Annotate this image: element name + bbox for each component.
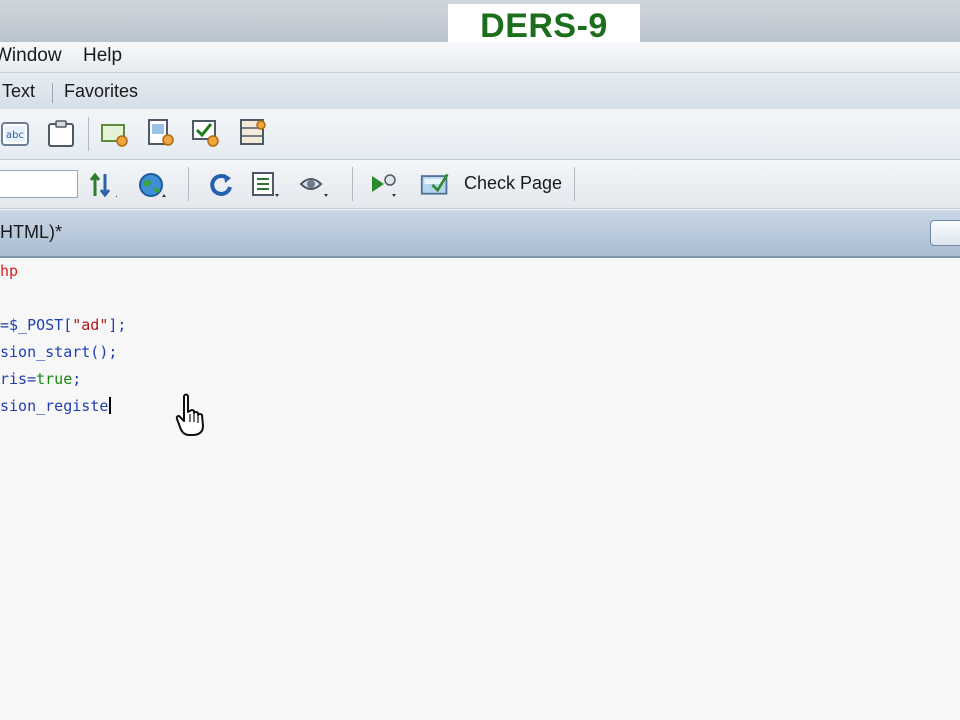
menu-bar: Window Help [0,42,960,73]
tab-text[interactable]: Text [2,81,35,102]
toolbar-divider [188,167,189,201]
code-token: hp [0,262,19,280]
check-page-icon[interactable] [420,169,450,199]
code-token: "ad" [72,316,109,334]
code-line: =$_POST["ad"]; [0,316,126,334]
document-tab[interactable]: HTML)* [0,222,62,243]
toolbar-divider [88,117,89,151]
code-token: =$_POST[ [0,316,73,334]
globe-icon[interactable] [138,170,168,200]
insert-icon-bar: abc [0,109,960,160]
refresh-icon[interactable] [206,170,236,200]
code-token: = [27,370,37,388]
insert-div-icon[interactable] [100,119,130,149]
code-token: ; [72,370,82,388]
code-editor[interactable]: hp =$_POST["ad"]; sion_start(); ris=true; si… [0,258,960,720]
checkbox-icon[interactable] [190,118,220,148]
check-page-button[interactable]: Check Page [464,173,562,194]
code-token: ]; [108,316,127,334]
svg-text:.: . [115,190,118,200]
menu-help[interactable]: Help [83,45,122,67]
visual-aids-icon[interactable] [298,170,328,200]
svg-text:abc: abc [6,130,24,141]
preview-icon[interactable] [368,170,398,200]
code-line: sion_start(); [0,343,117,361]
file-transfer-icon[interactable]: . [88,170,118,200]
document-title-input[interactable] [0,170,78,198]
tab-divider [52,83,53,103]
spellcheck-icon[interactable]: abc [0,119,30,149]
restore-window-button[interactable] [930,220,960,246]
insert-bar: Text Favorites [0,73,960,109]
view-options-icon[interactable] [250,170,280,200]
code-token: sion_start(); [0,343,118,361]
document-toolbar: . Check Page [0,160,960,209]
code-token: ris [0,370,28,388]
toolbar-divider [352,167,353,201]
code-line: sion_registe [0,397,112,415]
insert-image-icon[interactable] [146,118,176,148]
tab-favorites[interactable]: Favorites [64,81,138,102]
code-token: true [36,370,73,388]
toolbar-divider [574,167,575,201]
table-icon[interactable] [238,117,268,147]
menu-window[interactable]: Window [0,45,62,67]
code-line: hp [0,262,18,280]
document-tab-bar: HTML)* [0,210,960,258]
code-token: sion_registe [0,397,109,415]
code-line: ris=true; [0,370,81,388]
clipboard-icon[interactable] [46,119,76,149]
text-caret [109,397,112,414]
hand-cursor-icon [175,393,204,436]
